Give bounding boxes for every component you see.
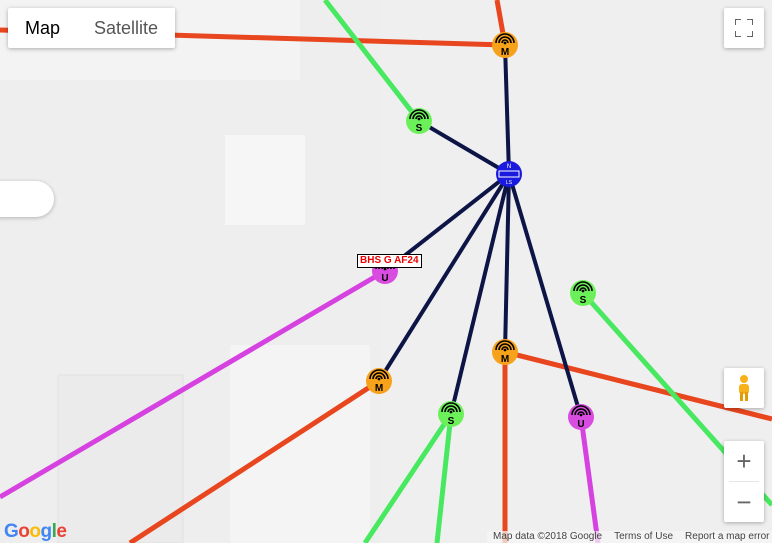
network-node-icon[interactable]: M <box>492 339 518 365</box>
map-block <box>225 135 305 225</box>
fullscreen-icon <box>735 19 753 37</box>
zoom-control: + − <box>724 441 764 522</box>
hub-bottom-label: LS <box>506 180 513 186</box>
network-node-icon[interactable]: S <box>570 280 596 306</box>
network-node-icon[interactable]: M <box>492 32 518 58</box>
node-letter: U <box>577 419 584 430</box>
map-canvas[interactable]: M S U S M M S U N LS <box>0 0 772 543</box>
terms-link[interactable]: Terms of Use <box>608 531 679 543</box>
google-logo[interactable]: Google <box>4 521 67 543</box>
node-letter: M <box>375 383 383 394</box>
map-button[interactable]: Map <box>8 8 77 48</box>
node-letter: S <box>416 123 423 134</box>
map-type-control: Map Satellite <box>8 8 176 48</box>
fullscreen-button[interactable] <box>724 8 764 48</box>
search-pill[interactable] <box>0 181 54 217</box>
network-node-icon[interactable]: S <box>438 401 464 427</box>
attribution-bar: Map data ©2018 Google Terms of Use Repor… <box>487 531 772 543</box>
pegman-icon <box>739 375 749 401</box>
hub-node-icon[interactable]: N LS <box>496 161 522 187</box>
report-link[interactable]: Report a map error <box>679 531 772 543</box>
network-node-icon[interactable]: U <box>568 404 594 430</box>
map-svg: M S U S M M S U N LS <box>0 0 772 543</box>
network-node-icon[interactable]: S <box>406 108 432 134</box>
zoom-out-button[interactable]: − <box>724 482 764 522</box>
map-block <box>380 0 772 543</box>
network-node-icon[interactable]: M <box>366 368 392 394</box>
node-letter: S <box>580 295 587 306</box>
street-view-button[interactable] <box>724 368 764 408</box>
node-letter: M <box>501 47 509 58</box>
map-block <box>230 345 370 543</box>
marker-label[interactable]: BHS G AF24 <box>357 254 422 268</box>
map-data-text: Map data ©2018 Google <box>493 531 603 542</box>
node-letter: U <box>381 273 388 284</box>
node-letter: M <box>501 354 509 365</box>
zoom-in-button[interactable]: + <box>724 441 764 481</box>
hub-top-label: N <box>507 164 511 170</box>
satellite-button[interactable]: Satellite <box>77 8 175 48</box>
node-letter: S <box>448 416 455 427</box>
